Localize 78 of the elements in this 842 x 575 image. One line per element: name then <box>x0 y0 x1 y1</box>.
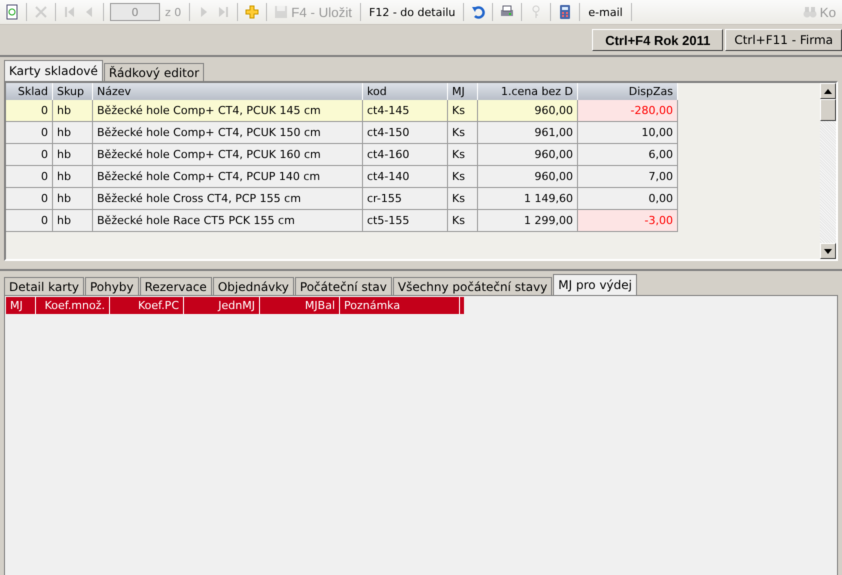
column-header[interactable]: 1.cena bez D <box>478 83 578 100</box>
table-cell: Ks <box>448 210 478 232</box>
close-icon <box>33 4 49 20</box>
table-cell: ct5-155 <box>363 210 448 232</box>
table-cell: ct4-145 <box>363 100 448 122</box>
toolbar-text[interactable]: e-mail <box>586 6 625 18</box>
toolbar-text[interactable]: F12 - do detailu <box>367 6 458 18</box>
table-cell: 0 <box>6 188 53 210</box>
tab[interactable]: Počáteční stav <box>294 277 392 295</box>
column-header[interactable]: kod <box>363 83 448 100</box>
table-cell: Ks <box>448 100 478 122</box>
table-cell: Běžecké hole Race CT5 PCK 155 cm <box>93 210 363 232</box>
table-cell: 960,00 <box>478 100 578 122</box>
table-cell: hb <box>53 166 93 188</box>
table-cell: Běžecké hole Comp+ CT4, PCUP 140 cm <box>93 166 363 188</box>
table-cell: Ks <box>448 166 478 188</box>
column-header[interactable]: JednMJ <box>184 297 260 314</box>
column-header[interactable]: MJ <box>448 83 478 100</box>
table-cell: 0,00 <box>578 188 678 210</box>
column-header[interactable]: Sklad <box>6 83 53 100</box>
table-cell: 0 <box>6 100 53 122</box>
tab[interactable]: Řádkový editor <box>104 63 204 81</box>
table-cell: 1 149,60 <box>478 188 578 210</box>
table-cell: hb <box>53 122 93 144</box>
toolbar-button[interactable]: Ctrl+F4 Rok 2011 <box>592 29 724 51</box>
tab[interactable]: Karty skladové <box>4 60 103 81</box>
table-cell: hb <box>53 100 93 122</box>
refresh-icon <box>4 4 20 20</box>
toolbar-button[interactable]: Ctrl+F11 - Firma <box>725 29 842 51</box>
scrollbar[interactable] <box>820 83 836 259</box>
table-cell: Běžecké hole Comp+ CT4, PCUK 145 cm <box>93 100 363 122</box>
table-cell: Ks <box>448 188 478 210</box>
table-cell: -280,00 <box>578 100 678 122</box>
table-cell: 1 299,00 <box>478 210 578 232</box>
scrollbar-thumb[interactable] <box>820 99 836 121</box>
table-cell: 960,00 <box>478 166 578 188</box>
table-cell: 0 <box>6 210 53 232</box>
table-cell: 6,00 <box>578 144 678 166</box>
table-cell: Běžecké hole Comp+ CT4, PCUK 160 cm <box>93 144 363 166</box>
table-cell: cr-155 <box>363 188 448 210</box>
table-cell: ct4-150 <box>363 122 448 144</box>
tab[interactable]: MJ pro výdej <box>553 274 637 295</box>
tab[interactable]: Objednávky <box>212 277 294 295</box>
table-cell: ct4-160 <box>363 144 448 166</box>
table-cell: hb <box>53 144 93 166</box>
column-header[interactable]: Poznámka <box>340 297 460 314</box>
binoculars-icon <box>802 4 818 20</box>
table-cell: ct4-140 <box>363 166 448 188</box>
table-cell: -3,00 <box>578 210 678 232</box>
plus-icon <box>244 4 260 20</box>
table-cell: 7,00 <box>578 166 678 188</box>
toolbar-icon-button[interactable] <box>4 2 20 22</box>
table-cell: Ks <box>448 122 478 144</box>
tab[interactable]: Všechny počáteční stavy <box>392 277 552 295</box>
tab[interactable]: Pohyby <box>85 277 139 295</box>
table-cell: hb <box>53 210 93 232</box>
tab[interactable]: Detail karty <box>4 277 84 295</box>
column-header[interactable]: Koef.množ. <box>36 297 110 314</box>
table-cell: 0 <box>6 144 53 166</box>
table-cell: 0 <box>6 166 53 188</box>
table-cell: Běžecké hole Comp+ CT4, PCUK 150 cm <box>93 122 363 144</box>
column-header[interactable]: Název <box>93 83 363 100</box>
scroll-up-icon[interactable] <box>824 88 832 94</box>
undo-icon <box>470 4 486 20</box>
column-header[interactable]: DispZas <box>578 83 678 100</box>
table-cell: hb <box>53 188 93 210</box>
column-header[interactable]: MJ <box>6 297 36 314</box>
table-cell: Ks <box>448 144 478 166</box>
table-cell: 10,00 <box>578 122 678 144</box>
table-cell: 961,00 <box>478 122 578 144</box>
column-header[interactable]: Skup <box>53 83 93 100</box>
table-cell: Běžecké hole Cross CT4, PCP 155 cm <box>93 188 363 210</box>
tab[interactable]: Rezervace <box>140 277 212 295</box>
column-header[interactable]: Koef.PC <box>110 297 184 314</box>
scroll-down-icon[interactable] <box>824 248 832 254</box>
table-cell: 960,00 <box>478 144 578 166</box>
column-header[interactable]: MJBal <box>260 297 340 314</box>
table-cell: 0 <box>6 122 53 144</box>
